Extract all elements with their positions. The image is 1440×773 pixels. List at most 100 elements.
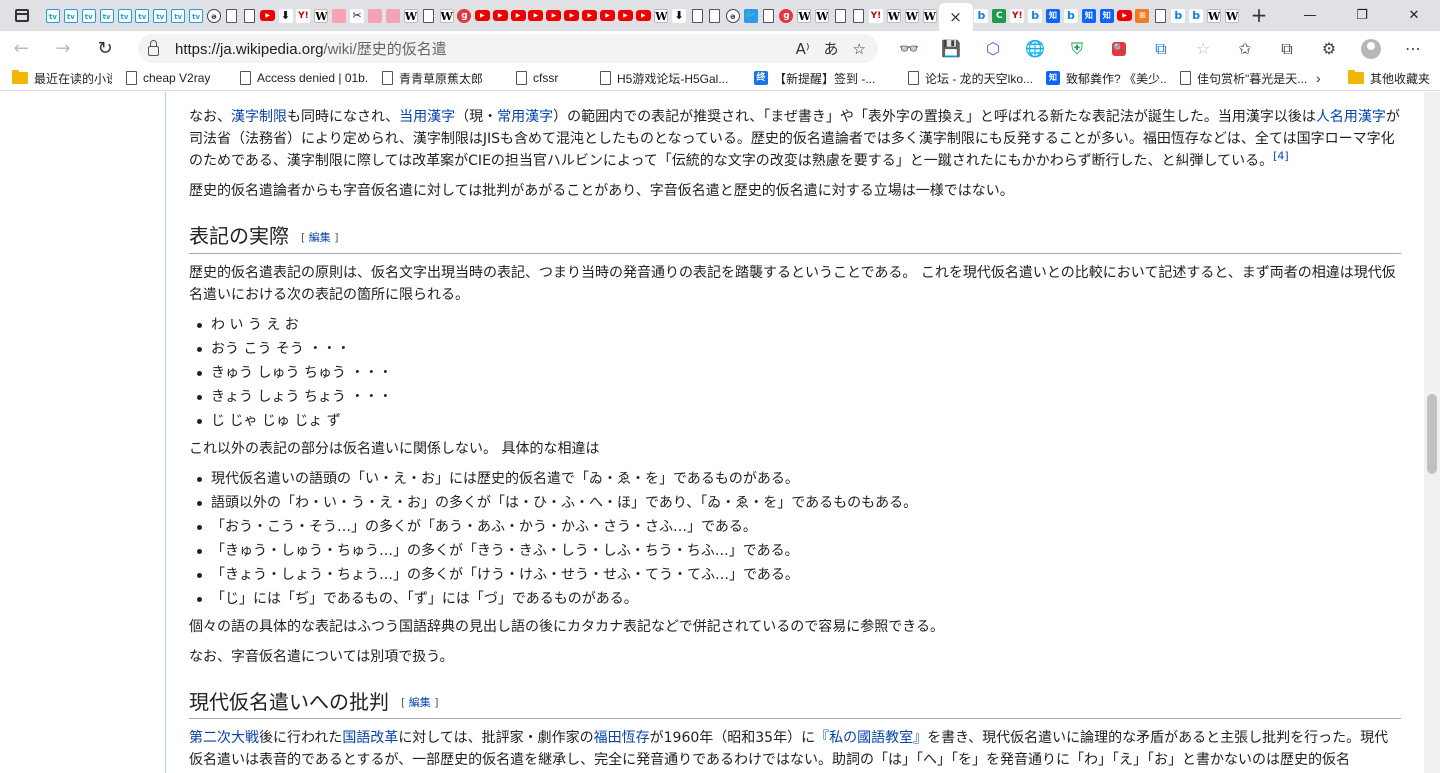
- tab-31[interactable]: ▶: [599, 0, 617, 31]
- link-joyo-kanji[interactable]: 常用漢字: [497, 109, 553, 125]
- tab-46[interactable]: Y!: [867, 0, 885, 31]
- tab-29[interactable]: ▶: [563, 0, 581, 31]
- tab-47[interactable]: W: [885, 0, 903, 31]
- profile-button[interactable]: [1350, 31, 1392, 66]
- tab-26[interactable]: ▶: [509, 0, 527, 31]
- tab-23[interactable]: g: [455, 0, 473, 31]
- tab-62[interactable]: b: [1169, 0, 1187, 31]
- tab-53[interactable]: Y!: [1008, 0, 1026, 31]
- tab-37[interactable]: [706, 0, 724, 31]
- tab-58[interactable]: 知: [1098, 0, 1116, 31]
- tab-0[interactable]: tv: [44, 0, 62, 31]
- reference-4[interactable]: [4]: [1273, 149, 1289, 162]
- extension-globe[interactable]: 🌐: [1014, 31, 1056, 66]
- tab-44[interactable]: [831, 0, 849, 31]
- menu-button[interactable]: ⋯: [1392, 31, 1434, 66]
- bookmark-item[interactable]: 最近在读的小说: [12, 70, 112, 87]
- edit-link[interactable]: 編集: [309, 231, 331, 244]
- tab-28[interactable]: ▶: [545, 0, 563, 31]
- link-jinmeiyo-kanji[interactable]: 人名用漢字: [1316, 109, 1386, 125]
- bookmark-item[interactable]: 青青草原蕉太郎: [382, 70, 502, 87]
- tab-18[interactable]: [366, 0, 384, 31]
- extension-shield[interactable]: ⛨: [1056, 31, 1098, 66]
- favorites-button[interactable]: ✩: [1224, 31, 1266, 66]
- refresh-button[interactable]: ↻: [84, 31, 126, 66]
- tab-9[interactable]: ə: [205, 0, 223, 31]
- back-button[interactable]: ←: [0, 31, 42, 66]
- link-watashi-no-kokugo-kyoshitsu[interactable]: 『私の國語教室』: [815, 730, 927, 746]
- bookmark-item[interactable]: 佳句赏析"暮光是天...: [1180, 70, 1330, 87]
- tab-20[interactable]: W: [402, 0, 420, 31]
- read-aloud-icon[interactable]: A⁾: [796, 40, 810, 58]
- tab-43[interactable]: W: [813, 0, 831, 31]
- link-wwii[interactable]: 第二次大戦: [189, 730, 259, 746]
- extension-search[interactable]: 🔍: [1098, 31, 1140, 66]
- tab-34[interactable]: W: [652, 0, 670, 31]
- minimize-button[interactable]: —: [1284, 0, 1336, 31]
- tab-11[interactable]: [241, 0, 259, 31]
- tab-2[interactable]: tv: [80, 0, 98, 31]
- tab-36[interactable]: [688, 0, 706, 31]
- link-toyo-kanji[interactable]: 当用漢字: [399, 109, 455, 125]
- tab-24[interactable]: ▶: [473, 0, 491, 31]
- link-fukuda-tsuneari[interactable]: 福田恆存: [594, 730, 650, 746]
- bookmark-item[interactable]: 论坛 - 龙的天空lko...: [908, 70, 1032, 87]
- tab-30[interactable]: ▶: [581, 0, 599, 31]
- bookmark-item[interactable]: 终【新提醒】签到 -...: [754, 70, 894, 87]
- tab-12[interactable]: ▶: [259, 0, 277, 31]
- tab-15[interactable]: W: [312, 0, 330, 31]
- tab-61[interactable]: [1151, 0, 1169, 31]
- vertical-scrollbar[interactable]: [1424, 92, 1440, 773]
- tab-7[interactable]: tv: [169, 0, 187, 31]
- tab-active[interactable]: ×: [938, 3, 973, 31]
- bookmark-item[interactable]: cheap V2ray: [126, 71, 226, 85]
- bookmark-item[interactable]: H5游戏论坛-H5Gal...: [600, 70, 740, 87]
- address-bar[interactable]: https://ja.wikipedia.org/wiki/歴史的仮名遣 A⁾ …: [138, 34, 878, 63]
- tab-64[interactable]: W: [1205, 0, 1223, 31]
- tab-42[interactable]: W: [795, 0, 813, 31]
- tab-32[interactable]: ▶: [617, 0, 635, 31]
- tab-59[interactable]: ▶: [1116, 0, 1134, 31]
- tab-14[interactable]: Y!: [294, 0, 312, 31]
- maximize-button[interactable]: ❐: [1336, 0, 1388, 31]
- link-language-reform[interactable]: 国語改革: [342, 730, 398, 746]
- url-text[interactable]: https://ja.wikipedia.org/wiki/歴史的仮名遣: [175, 38, 447, 59]
- bookmark-item[interactable]: 知致郁粪作? 《美少...: [1046, 70, 1166, 87]
- link-kanji-restriction[interactable]: 漢字制限: [231, 109, 287, 125]
- tab-3[interactable]: tv: [98, 0, 116, 31]
- other-bookmarks-folder[interactable]: 其他收藏夹: [1348, 70, 1430, 87]
- edit-link[interactable]: 編集: [409, 696, 431, 709]
- tab-1[interactable]: tv: [62, 0, 80, 31]
- extension-cube[interactable]: ⬡: [972, 31, 1014, 66]
- extension-glasses[interactable]: 👓: [888, 31, 930, 66]
- tab-10[interactable]: [223, 0, 241, 31]
- tab-55[interactable]: 知: [1044, 0, 1062, 31]
- tab-41[interactable]: g: [778, 0, 796, 31]
- extension-copy[interactable]: ⧉: [1140, 31, 1182, 66]
- tab-35[interactable]: ⬇: [670, 0, 688, 31]
- tab-22[interactable]: W: [438, 0, 456, 31]
- tab-56[interactable]: b: [1062, 0, 1080, 31]
- tab-40[interactable]: [760, 0, 778, 31]
- tab-8[interactable]: tv: [187, 0, 205, 31]
- extension-save[interactable]: 💾: [930, 31, 972, 66]
- tab-51[interactable]: b: [973, 0, 991, 31]
- favorite-star-icon[interactable]: ☆: [853, 40, 866, 58]
- tab-27[interactable]: ▶: [527, 0, 545, 31]
- tab-45[interactable]: [849, 0, 867, 31]
- tab-actions-menu[interactable]: [0, 0, 44, 31]
- forward-button[interactable]: →: [42, 31, 84, 66]
- tab-60[interactable]: ≡: [1134, 0, 1152, 31]
- tab-16[interactable]: [330, 0, 348, 31]
- tab-65[interactable]: W: [1223, 0, 1241, 31]
- tab-54[interactable]: b: [1026, 0, 1044, 31]
- new-tab-button[interactable]: +: [1242, 0, 1276, 31]
- extension-star[interactable]: ☆: [1182, 31, 1224, 66]
- close-window-button[interactable]: ✕: [1388, 0, 1440, 31]
- tab-52[interactable]: C: [990, 0, 1008, 31]
- tab-17[interactable]: ✂: [348, 0, 366, 31]
- tab-33[interactable]: ▶: [634, 0, 652, 31]
- tab-38[interactable]: ə: [724, 0, 742, 31]
- tab-57[interactable]: 知: [1080, 0, 1098, 31]
- extensions-button[interactable]: ⚙: [1308, 31, 1350, 66]
